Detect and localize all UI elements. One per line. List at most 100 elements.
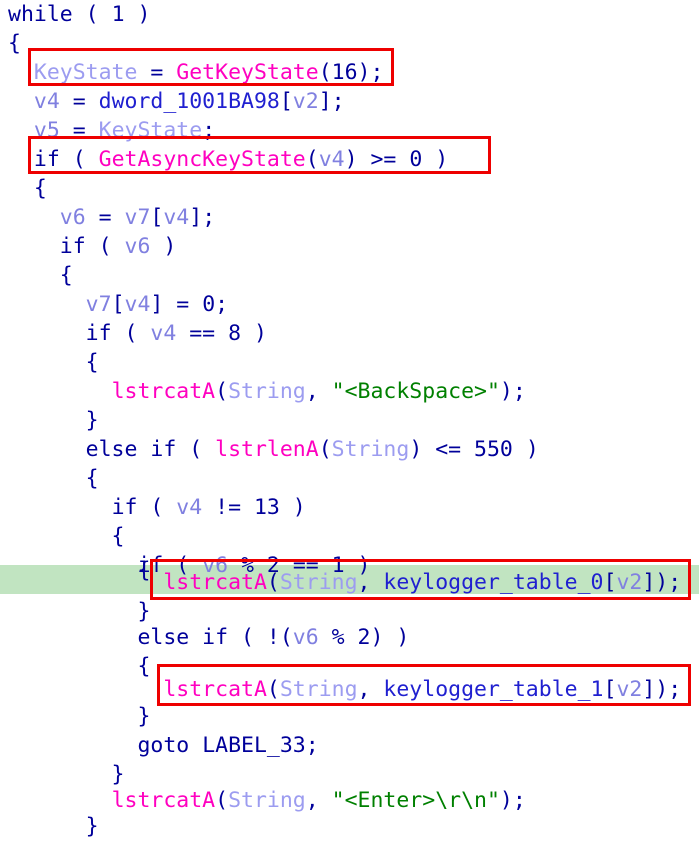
- decompiler-pseudocode-view[interactable]: while ( 1 ) { KeyState = GetKeyState(16)…: [0, 0, 699, 839]
- token-brace-open: {: [8, 350, 99, 375]
- token-punct: (: [305, 147, 319, 172]
- code-line-18[interactable]: if ( v4 != 13 ): [0, 493, 699, 522]
- token-brace-close: }: [8, 762, 125, 787]
- token-global-dword-1001ba98: dword_1001BA98: [98, 89, 280, 114]
- code-line-30[interactable]: lstrcatA(String, "<Enter>\r\n");: [0, 786, 699, 815]
- code-line-15[interactable]: }: [0, 406, 699, 435]
- token-punct: (: [318, 60, 332, 85]
- token-function-getkeystate: GetKeyState: [176, 60, 319, 85]
- token-punct: [189, 733, 202, 758]
- code-line-8[interactable]: v6 = v7[v4];: [0, 203, 699, 232]
- token-punct: ,: [357, 570, 384, 595]
- token-local-v4: v4: [124, 292, 151, 317]
- token-local-v5: v5: [33, 118, 60, 143]
- code-line-22-highlighted[interactable]: lstrcatA(String, keylogger_table_0[v2]);: [0, 568, 699, 597]
- code-line-28[interactable]: goto LABEL_33;: [0, 731, 699, 760]
- code-line-23[interactable]: }: [0, 597, 699, 626]
- token-punct: ;: [202, 118, 216, 143]
- code-line-10[interactable]: {: [0, 261, 699, 290]
- token-global-keylogger-table-0: keylogger_table_0: [383, 570, 604, 595]
- token-punct: (: [266, 570, 280, 595]
- code-line-12[interactable]: if ( v4 == 8 ): [0, 319, 699, 348]
- token-brace-close: }: [8, 814, 99, 839]
- token-punct: ]);: [642, 570, 682, 595]
- token-punct: (: [72, 2, 112, 27]
- token-punct: [: [111, 292, 125, 317]
- token-punct: (: [59, 147, 99, 172]
- code-line-16[interactable]: else if ( lstrlenA(String) <= 550 ): [0, 435, 699, 464]
- token-brace-close: }: [8, 704, 151, 729]
- token-local-v4: v4: [176, 495, 203, 520]
- token-punct: (: [215, 379, 229, 404]
- token-punct: ): [512, 437, 539, 462]
- token-punct: );: [499, 379, 526, 404]
- code-line-3[interactable]: KeyState = GetKeyState(16);: [0, 58, 699, 87]
- code-line-1[interactable]: while ( 1 ): [0, 0, 699, 29]
- code-line-9[interactable]: if ( v6 ): [0, 232, 699, 261]
- code-line-29[interactable]: }: [0, 760, 699, 789]
- token-punct: ( !(: [228, 625, 293, 650]
- token-punct: (: [176, 437, 216, 462]
- token-keyword-goto: goto: [137, 733, 190, 758]
- token-function-lstrcata: lstrcatA: [111, 379, 216, 404]
- token-string-backspace: "<BackSpace>": [331, 379, 500, 404]
- token-punct: ]);: [642, 677, 682, 702]
- token-local-v4: v4: [150, 321, 177, 346]
- code-line-19[interactable]: {: [0, 522, 699, 551]
- token-punct: ,: [305, 379, 332, 404]
- code-line-14[interactable]: lstrcatA(String, "<BackSpace>");: [0, 377, 699, 406]
- token-brace-open: {: [8, 31, 21, 56]
- token-keyword-if: if: [111, 495, 138, 520]
- token-punct: ];: [318, 89, 345, 114]
- token-named-local-keystate: KeyState: [33, 60, 138, 85]
- token-function-lstrlena: lstrlenA: [215, 437, 319, 462]
- token-punct: =: [85, 205, 125, 230]
- token-named-local-keystate: KeyState: [98, 118, 203, 143]
- token-number: 8: [228, 321, 242, 346]
- code-line-5[interactable]: v5 = KeyState;: [0, 116, 699, 145]
- token-number: 16: [331, 60, 358, 85]
- token-punct: ;: [305, 733, 319, 758]
- token-local-v2: v2: [616, 570, 643, 595]
- code-line-26[interactable]: lstrcatA(String, keylogger_table_1[v2]);: [0, 675, 699, 704]
- token-punct: );: [357, 60, 384, 85]
- code-line-24[interactable]: else if ( !(v6 % 2) ): [0, 623, 699, 652]
- token-number: 1: [111, 2, 125, 27]
- code-line-17[interactable]: {: [0, 464, 699, 493]
- token-punct: ): [124, 2, 151, 27]
- token-punct: =: [59, 118, 99, 143]
- token-brace-open: {: [8, 524, 125, 549]
- code-line-11[interactable]: v7[v4] = 0;: [0, 290, 699, 319]
- code-line-27[interactable]: }: [0, 702, 699, 731]
- token-punct: (: [266, 677, 280, 702]
- code-line-7[interactable]: {: [0, 174, 699, 203]
- token-punct: ) <=: [409, 437, 475, 462]
- token-local-v4: v4: [318, 147, 345, 172]
- token-brace-open: {: [8, 176, 47, 201]
- token-named-local-string: String: [228, 379, 306, 404]
- token-keyword-if: if: [85, 321, 112, 346]
- code-line-13[interactable]: {: [0, 348, 699, 377]
- code-line-31[interactable]: }: [0, 812, 699, 841]
- code-line-2[interactable]: {: [0, 29, 699, 58]
- token-brace-close: }: [8, 599, 151, 624]
- token-local-v6: v6: [124, 234, 151, 259]
- token-punct: [: [150, 205, 164, 230]
- token-punct: [: [603, 570, 617, 595]
- token-local-v4: v4: [163, 205, 190, 230]
- token-brace-open: {: [8, 263, 73, 288]
- token-punct: ): [422, 147, 449, 172]
- token-function-lstrcata: lstrcatA: [163, 677, 267, 702]
- code-line-6[interactable]: if ( GetAsyncKeyState(v4) >= 0 ): [0, 145, 699, 174]
- token-punct: (: [137, 495, 177, 520]
- token-punct: ] =: [150, 292, 203, 317]
- token-punct: ];: [189, 205, 216, 230]
- code-line-4[interactable]: v4 = dword_1001BA98[v2];: [0, 87, 699, 116]
